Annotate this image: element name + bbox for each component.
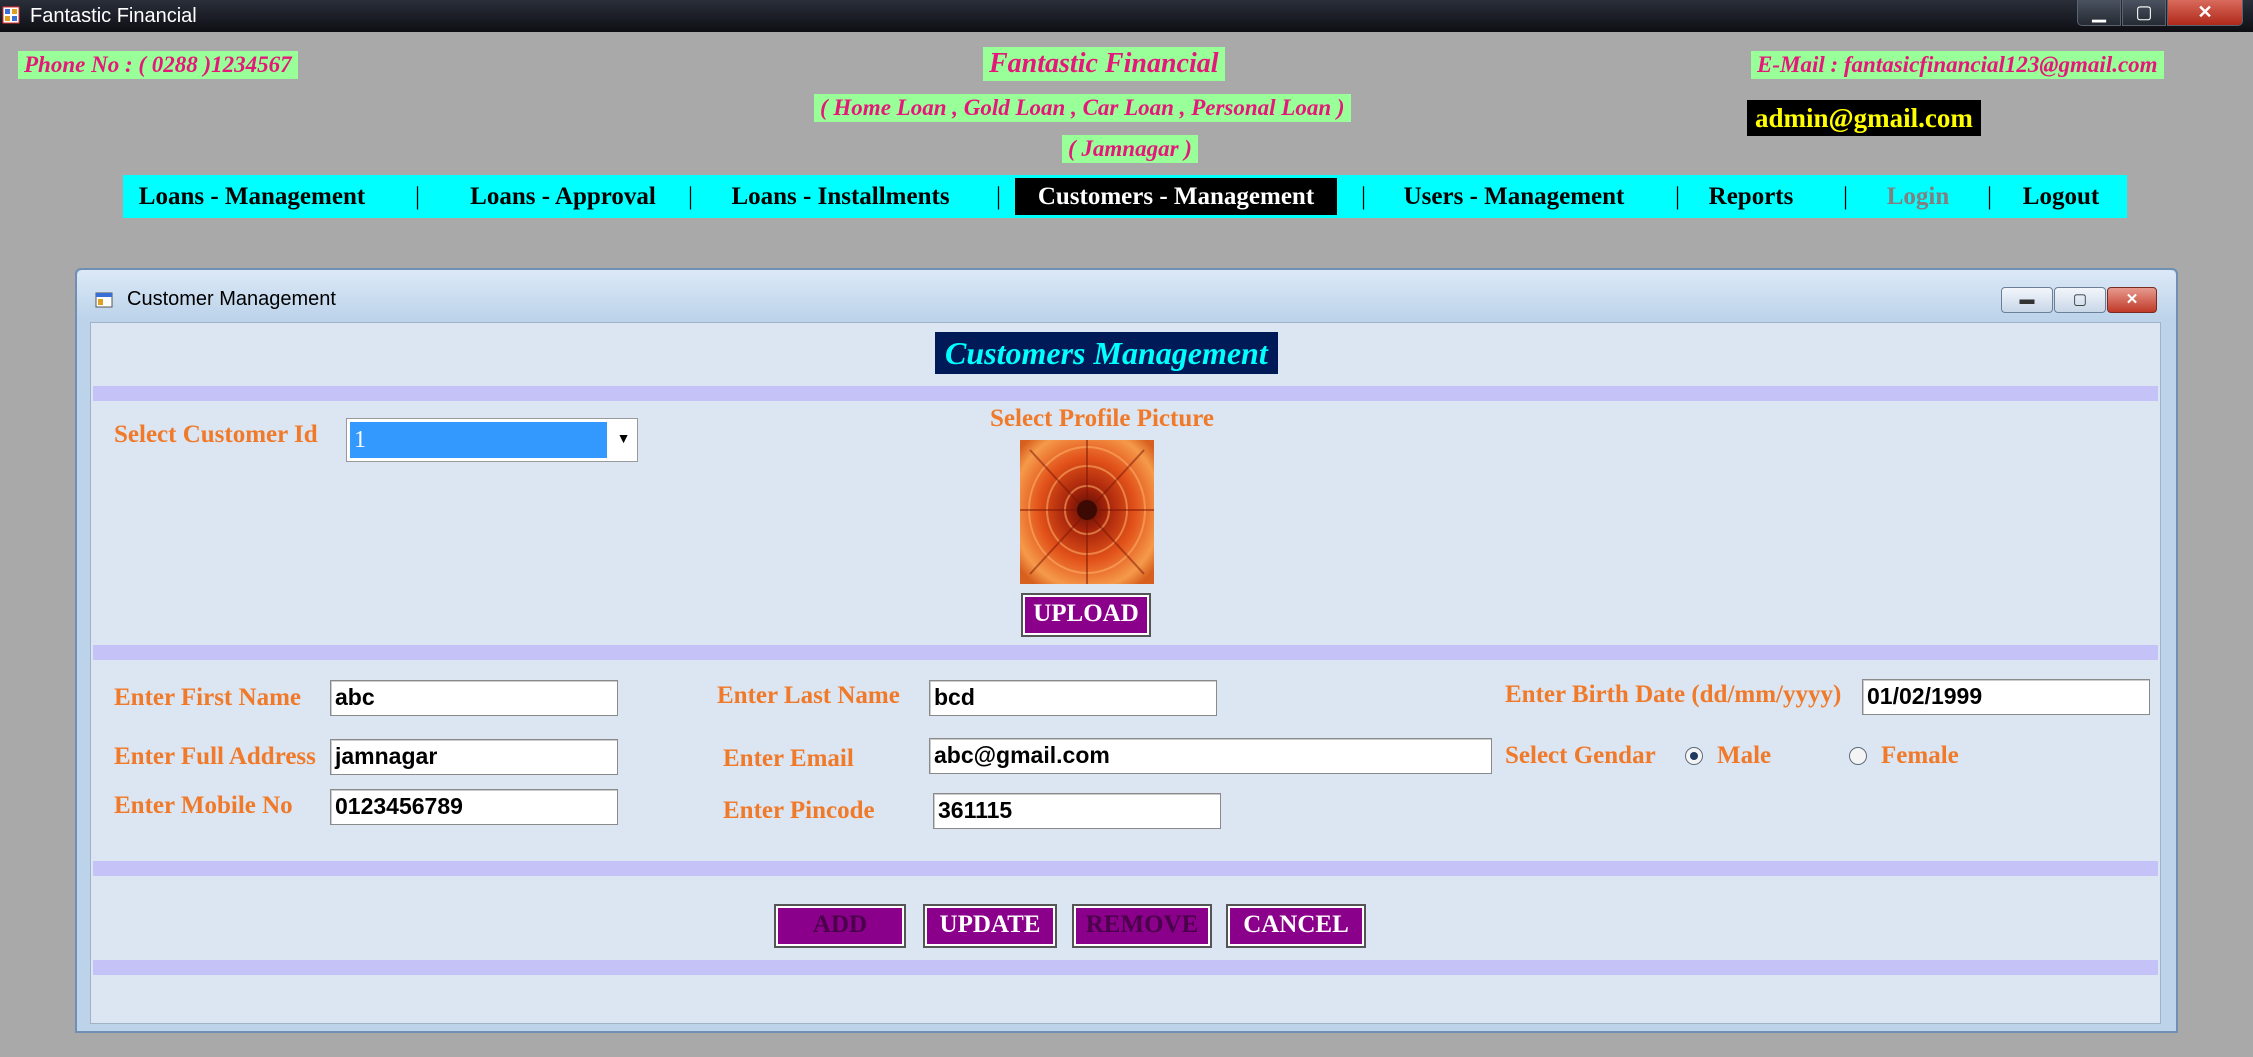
child-close-button[interactable]: ✕ — [2107, 287, 2157, 313]
child-titlebar — [77, 270, 2176, 320]
email-field[interactable]: abc@gmail.com — [929, 738, 1492, 774]
close-button[interactable]: ✕ — [2167, 0, 2243, 26]
menu-separator: | — [1843, 183, 1849, 210]
last-name-label: Enter Last Name — [717, 682, 900, 709]
first-name-field[interactable]: abc — [330, 680, 618, 716]
gender-female-label[interactable]: Female — [1881, 742, 1959, 770]
maximize-button[interactable]: ▢ — [2122, 0, 2166, 26]
menu-loans-approval[interactable]: Loans - Approval — [453, 175, 673, 218]
main-menu: Loans - Management | Loans - Approval | … — [123, 175, 2127, 218]
cancel-button[interactable]: CANCEL — [1226, 904, 1366, 948]
menu-separator: | — [415, 183, 421, 210]
add-button[interactable]: ADD — [774, 904, 906, 948]
phone-label: Phone No : ( 0288 )1234567 — [18, 51, 298, 79]
page-title: Customers Management — [935, 332, 1278, 374]
customer-id-select[interactable]: 1 ▼ — [346, 418, 638, 462]
menu-logout[interactable]: Logout — [2016, 175, 2106, 218]
email-label: E-Mail : fantasicfinancial123@gmail.com — [1751, 51, 2164, 79]
gender-label: Select Gendar — [1505, 742, 1656, 769]
form-icon — [95, 292, 113, 308]
divider-band — [93, 645, 2158, 660]
mobile-label: Enter Mobile No — [114, 792, 293, 819]
radio-selected-dot — [1690, 752, 1698, 760]
upload-button[interactable]: UPLOAD — [1021, 593, 1151, 637]
window-title: Fantastic Financial — [30, 5, 197, 27]
divider-band — [93, 861, 2158, 876]
mobile-field[interactable]: 0123456789 — [330, 789, 618, 825]
menu-separator: | — [996, 183, 1002, 210]
minimize-button[interactable]: ▁ — [2077, 0, 2121, 26]
menu-separator: | — [688, 183, 694, 210]
pincode-field[interactable]: 361115 — [933, 793, 1221, 829]
birth-date-field[interactable]: 01/02/1999 — [1862, 679, 2150, 715]
city-label: ( Jamnagar ) — [1062, 135, 1198, 163]
menu-reports[interactable]: Reports — [1703, 175, 1799, 218]
divider-band — [93, 960, 2158, 975]
menu-login[interactable]: Login — [1873, 175, 1963, 218]
app-icon — [2, 6, 20, 24]
child-minimize-button[interactable]: ▬ — [2001, 287, 2053, 313]
divider-band — [93, 386, 2158, 401]
address-field[interactable]: jamnagar — [330, 739, 618, 775]
customer-id-value: 1 — [350, 422, 607, 458]
menu-users-management[interactable]: Users - Management — [1393, 175, 1635, 218]
gender-male-label[interactable]: Male — [1717, 742, 1771, 770]
menu-separator: | — [1987, 183, 1993, 210]
customer-management-window: Customer Management ▬ ▢ ✕ Customers Mana… — [75, 268, 2178, 1033]
pincode-label: Enter Pincode — [723, 797, 875, 824]
update-button[interactable]: UPDATE — [923, 904, 1057, 948]
form-panel: Customers Management Select Customer Id … — [90, 322, 2161, 1024]
window-titlebar — [0, 0, 2253, 32]
logged-in-user-badge: admin@gmail.com — [1747, 100, 1981, 136]
birth-date-label: Enter Birth Date (dd/mm/yyyy) — [1505, 681, 1842, 708]
email-field-label: Enter Email — [723, 745, 854, 772]
company-name: Fantastic Financial — [983, 47, 1225, 81]
child-window-title: Customer Management — [127, 288, 336, 310]
menu-customers-management[interactable]: Customers - Management — [1015, 178, 1337, 215]
gender-female-radio[interactable] — [1849, 747, 1867, 765]
child-maximize-button[interactable]: ▢ — [2054, 287, 2106, 313]
remove-button[interactable]: REMOVE — [1072, 904, 1212, 948]
menu-separator: | — [1361, 183, 1367, 210]
menu-loans-installments[interactable]: Loans - Installments — [718, 175, 963, 218]
last-name-field[interactable]: bcd — [929, 680, 1217, 716]
menu-separator: | — [1675, 183, 1681, 210]
profile-picture-label: Select Profile Picture — [990, 405, 1214, 432]
first-name-label: Enter First Name — [114, 684, 301, 711]
profile-picture[interactable] — [1020, 440, 1154, 584]
menu-loans-management[interactable]: Loans - Management — [131, 175, 373, 218]
chevron-down-icon[interactable]: ▼ — [610, 419, 637, 461]
gender-male-radio[interactable] — [1685, 747, 1703, 765]
select-customer-label: Select Customer Id — [114, 421, 318, 448]
address-label: Enter Full Address — [114, 743, 316, 770]
loan-types-label: ( Home Loan , Gold Loan , Car Loan , Per… — [814, 94, 1351, 122]
